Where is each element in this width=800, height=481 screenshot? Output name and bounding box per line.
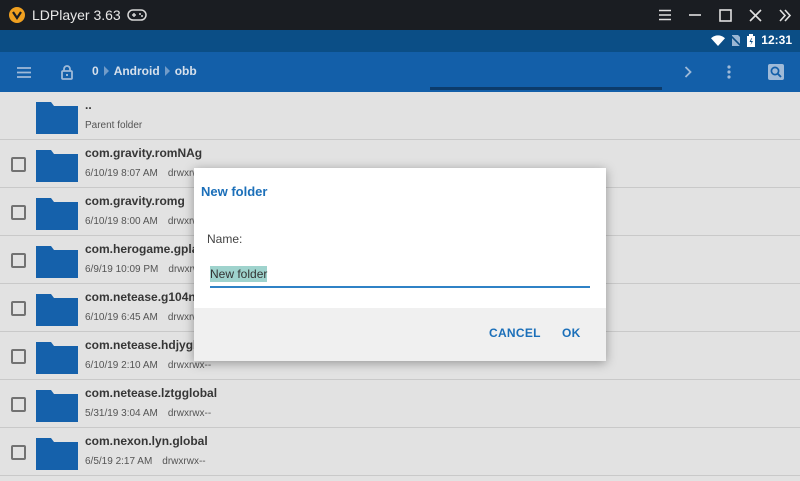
window-maximize-button[interactable]	[710, 0, 740, 30]
ldplayer-logo-icon	[9, 7, 25, 23]
folder-name-value: New folder	[210, 266, 268, 282]
minimize-icon	[689, 14, 701, 16]
window-menu-button[interactable]	[650, 0, 680, 30]
ok-button[interactable]: OK	[562, 326, 581, 340]
folder-name-input[interactable]: New folder	[210, 266, 590, 288]
dialog-button-bar: CANCEL OK	[194, 308, 606, 361]
maximize-icon	[718, 8, 732, 22]
new-folder-dialog: New folder Name: New folder CANCEL OK	[194, 168, 606, 361]
emulator-title-bar: LDPlayer 3.63	[0, 0, 800, 30]
clock: 12:31	[761, 33, 792, 47]
cancel-button[interactable]: CANCEL	[489, 326, 541, 340]
no-sim-icon	[731, 34, 742, 47]
name-label: Name:	[207, 232, 243, 246]
window-title: LDPlayer 3.63	[32, 7, 121, 23]
battery-icon	[747, 33, 756, 47]
close-icon	[748, 8, 762, 22]
dialog-title: New folder	[201, 184, 268, 199]
wifi-icon	[711, 34, 726, 46]
android-status-bar: 12:31	[0, 30, 800, 52]
window-expand-button[interactable]	[770, 0, 800, 30]
double-chevron-right-icon	[779, 8, 792, 22]
gamepad-icon[interactable]	[126, 8, 147, 22]
window-close-button[interactable]	[740, 0, 770, 30]
hamburger-icon	[659, 9, 671, 21]
window-minimize-button[interactable]	[680, 0, 710, 30]
